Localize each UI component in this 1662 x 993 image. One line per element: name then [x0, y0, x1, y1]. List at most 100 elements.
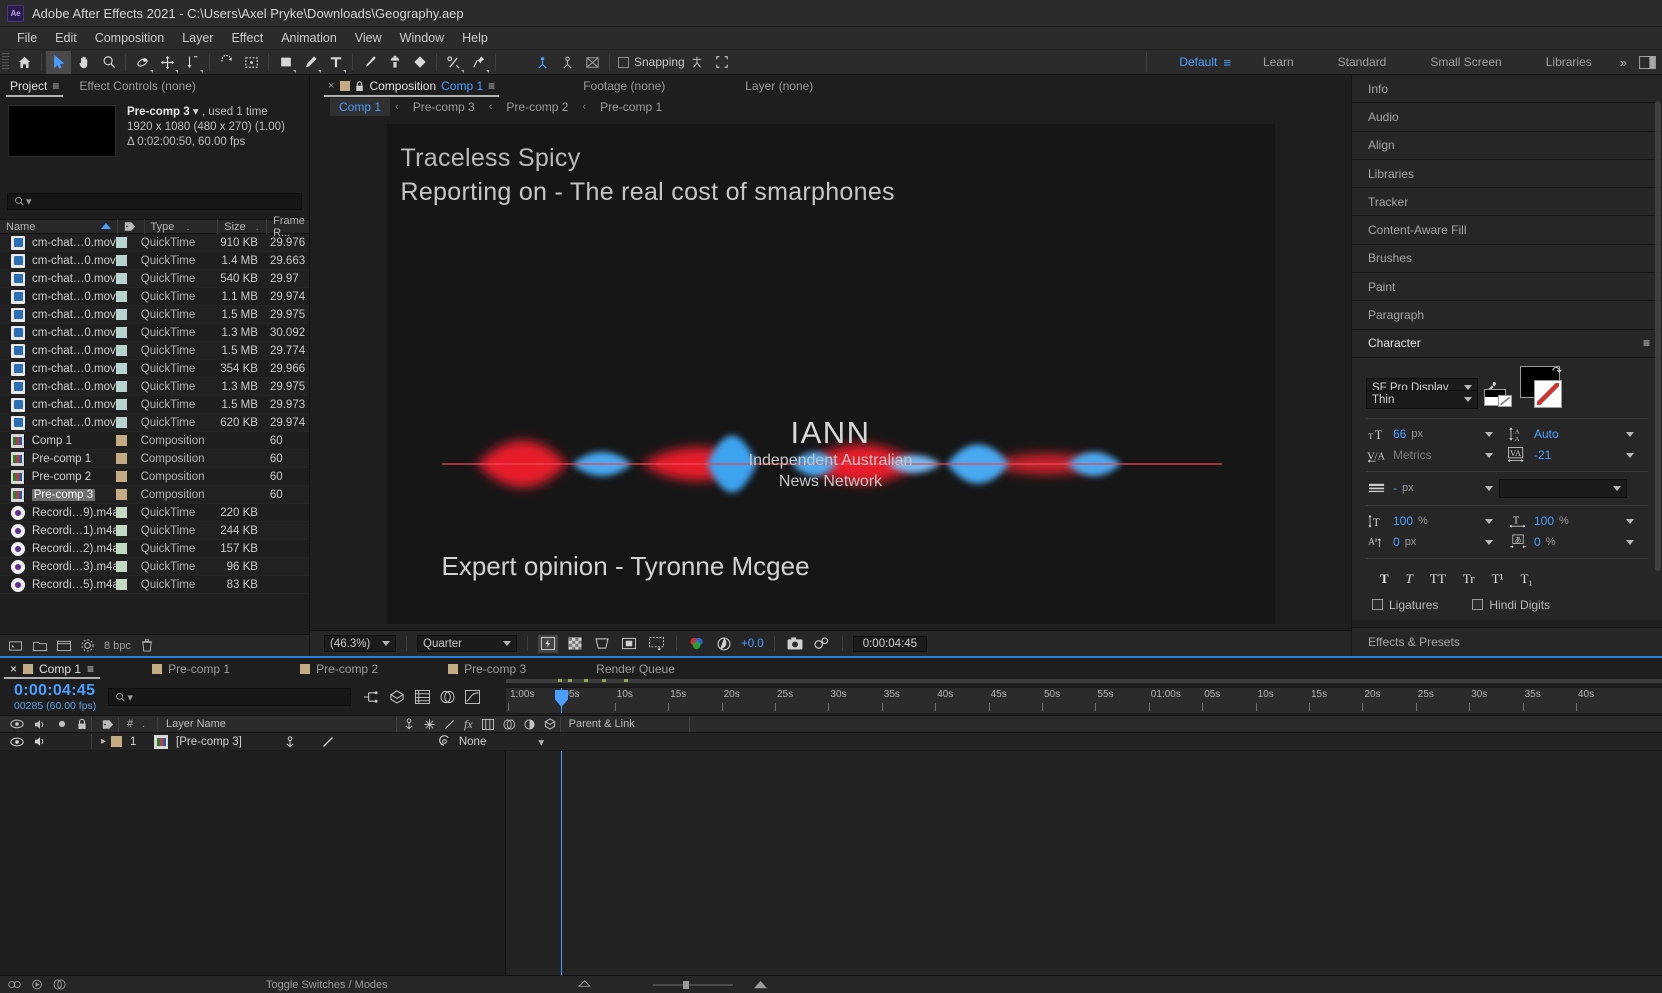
column-size[interactable]: Size .: [218, 219, 268, 234]
workspace-menu-icon[interactable]: ≡: [1221, 55, 1241, 70]
tsume-value[interactable]: 0: [1534, 535, 1541, 549]
draft-3d-icon[interactable]: [389, 690, 405, 704]
expand-collapse-icon[interactable]: [8, 979, 21, 990]
workspace-default[interactable]: Default: [1157, 49, 1221, 75]
work-area-bar[interactable]: [506, 679, 1662, 683]
current-timecode[interactable]: 0:00:04:45: [14, 682, 96, 700]
item-label-swatch[interactable]: [116, 579, 127, 590]
item-label-swatch[interactable]: [115, 489, 127, 500]
motion-blur-footer-icon[interactable]: [53, 979, 66, 990]
column-framerate[interactable]: Frame R...: [267, 215, 309, 239]
menu-view[interactable]: View: [346, 29, 391, 47]
item-label-swatch[interactable]: [116, 399, 127, 410]
timeline-track-area[interactable]: [506, 751, 1662, 975]
ruler-playhead[interactable]: [555, 688, 568, 713]
tracking-value[interactable]: -21: [1534, 448, 1551, 462]
menu-window[interactable]: Window: [391, 29, 453, 47]
new-composition-icon[interactable]: [56, 639, 71, 653]
panel-header-content-aware-fill[interactable]: Content-Aware Fill: [1352, 216, 1662, 245]
horizontal-scale-value[interactable]: 100: [1534, 514, 1554, 528]
small-caps-button[interactable]: Tr: [1463, 571, 1475, 587]
hide-shy-layers-icon[interactable]: [415, 690, 431, 704]
project-panel-menu-icon[interactable]: ≡: [52, 79, 59, 93]
list-item[interactable]: Recordi…5).m4a QuickTime 83 KB: [0, 576, 309, 594]
pen-tool[interactable]: [298, 51, 323, 74]
world-axis-mode-icon[interactable]: [555, 51, 580, 74]
item-label-swatch[interactable]: [116, 525, 127, 536]
timeline-playhead[interactable]: [561, 751, 562, 975]
graph-editor-icon[interactable]: [465, 690, 481, 704]
baseline-shift-value[interactable]: 0: [1393, 535, 1400, 549]
eraser-tool[interactable]: [407, 51, 432, 74]
timeline-tab-pre-comp-2[interactable]: Pre-comp 2: [290, 658, 388, 679]
menu-animation[interactable]: Animation: [272, 29, 346, 47]
column-name[interactable]: Name: [0, 219, 118, 234]
panel-header-brushes[interactable]: Brushes: [1352, 244, 1662, 274]
breadcrumb-item-pre-comp-1[interactable]: Pre-comp 1: [591, 98, 671, 116]
leading-value[interactable]: Auto: [1534, 427, 1559, 441]
toggle-switches-modes-button[interactable]: Toggle Switches / Modes: [266, 979, 388, 991]
rotation-tool[interactable]: [214, 51, 239, 74]
timeline-panel-menu-icon[interactable]: ≡: [87, 662, 94, 676]
list-item[interactable]: cm-chat…0.mov QuickTime 1.5 MB 29.973: [0, 396, 309, 414]
item-label-swatch[interactable]: [115, 471, 127, 482]
kerning-value[interactable]: Metrics: [1393, 448, 1432, 462]
item-label-swatch[interactable]: [116, 507, 127, 518]
mask-visibility-icon[interactable]: [619, 635, 639, 653]
workspace-small-screen[interactable]: Small Screen: [1408, 49, 1523, 75]
hand-tool[interactable]: [71, 51, 96, 74]
stroke-width-value[interactable]: -: [1393, 481, 1397, 495]
item-label-swatch[interactable]: [115, 453, 127, 464]
tab-layer[interactable]: Layer (none): [735, 75, 823, 97]
font-size-value[interactable]: 66: [1393, 427, 1406, 441]
snapping-options-icon[interactable]: [685, 51, 710, 74]
subscript-button[interactable]: T₁: [1520, 571, 1532, 587]
list-item[interactable]: Recordi…2).m4a QuickTime 157 KB: [0, 540, 309, 558]
menu-file[interactable]: File: [8, 29, 46, 47]
timeline-search-input[interactable]: ▾: [108, 688, 352, 706]
ligatures-checkbox-item[interactable]: Ligatures: [1372, 598, 1438, 612]
transparency-grid-icon[interactable]: [565, 635, 585, 653]
current-time-display[interactable]: 0:00:04:45 00285 (60.00 fps): [0, 682, 96, 712]
layer-name-header[interactable]: Layer Name: [162, 715, 392, 733]
character-panel-menu-icon[interactable]: ≡: [1643, 336, 1650, 350]
puppet-pin-tool[interactable]: [466, 51, 491, 74]
panel-header-paint[interactable]: Paint: [1352, 273, 1662, 302]
list-item[interactable]: Recordi…1).m4a QuickTime 244 KB: [0, 522, 309, 540]
new-folder-icon[interactable]: [32, 639, 47, 653]
tracking-dropdown-icon[interactable]: [1626, 452, 1634, 458]
menu-help[interactable]: Help: [453, 29, 497, 47]
composition-viewer[interactable]: Traceless Spicy Reporting on - The real …: [310, 117, 1351, 630]
parent-layer-value[interactable]: None: [459, 736, 487, 748]
faux-italic-button[interactable]: T: [1406, 571, 1413, 587]
timeline-tab-pre-comp-3[interactable]: Pre-comp 3: [438, 658, 536, 679]
comp-timecode-display[interactable]: 0:00:04:45: [852, 635, 928, 652]
dolly-tool[interactable]: [180, 51, 205, 74]
selection-tool[interactable]: [46, 50, 71, 74]
expand-layer-icon[interactable]: ▸: [96, 736, 111, 747]
item-label-swatch[interactable]: [115, 435, 127, 446]
item-label-swatch[interactable]: [116, 327, 127, 338]
brush-tool[interactable]: [357, 51, 382, 74]
composition-mini-flowchart-icon[interactable]: [363, 690, 379, 704]
timeline-zoom-slider[interactable]: [652, 980, 733, 990]
column-type[interactable]: Type .: [145, 219, 219, 234]
item-label-swatch[interactable]: [116, 543, 127, 554]
stroke-color-swatch[interactable]: [1534, 379, 1562, 408]
tab-composition[interactable]: × Composition Comp 1 ≡: [318, 75, 505, 97]
breadcrumb-item-pre-comp-2[interactable]: Pre-comp 2: [497, 98, 577, 116]
composition-canvas[interactable]: Traceless Spicy Reporting on - The real …: [386, 123, 1275, 624]
item-label-swatch[interactable]: [116, 291, 127, 302]
take-snapshot-icon[interactable]: [785, 635, 805, 653]
parent-dropdown-icon[interactable]: ▾: [538, 735, 544, 749]
timeline-tab-render-queue[interactable]: Render Queue: [586, 658, 685, 679]
item-label-swatch[interactable]: [116, 255, 127, 266]
hindi-digits-checkbox[interactable]: [1472, 599, 1484, 611]
menu-layer[interactable]: Layer: [173, 29, 222, 47]
frame-blending-icon[interactable]: [440, 690, 455, 704]
list-item[interactable]: Comp 1 Composition 60: [0, 432, 309, 450]
interpret-footage-icon[interactable]: [8, 639, 23, 653]
list-item[interactable]: cm-chat…0.mov QuickTime 1.4 MB 29.663: [0, 252, 309, 270]
timeline-tab-comp-1[interactable]: × Comp 1 ≡: [0, 658, 104, 679]
list-item[interactable]: Recordi…3).m4a QuickTime 96 KB: [0, 558, 309, 576]
